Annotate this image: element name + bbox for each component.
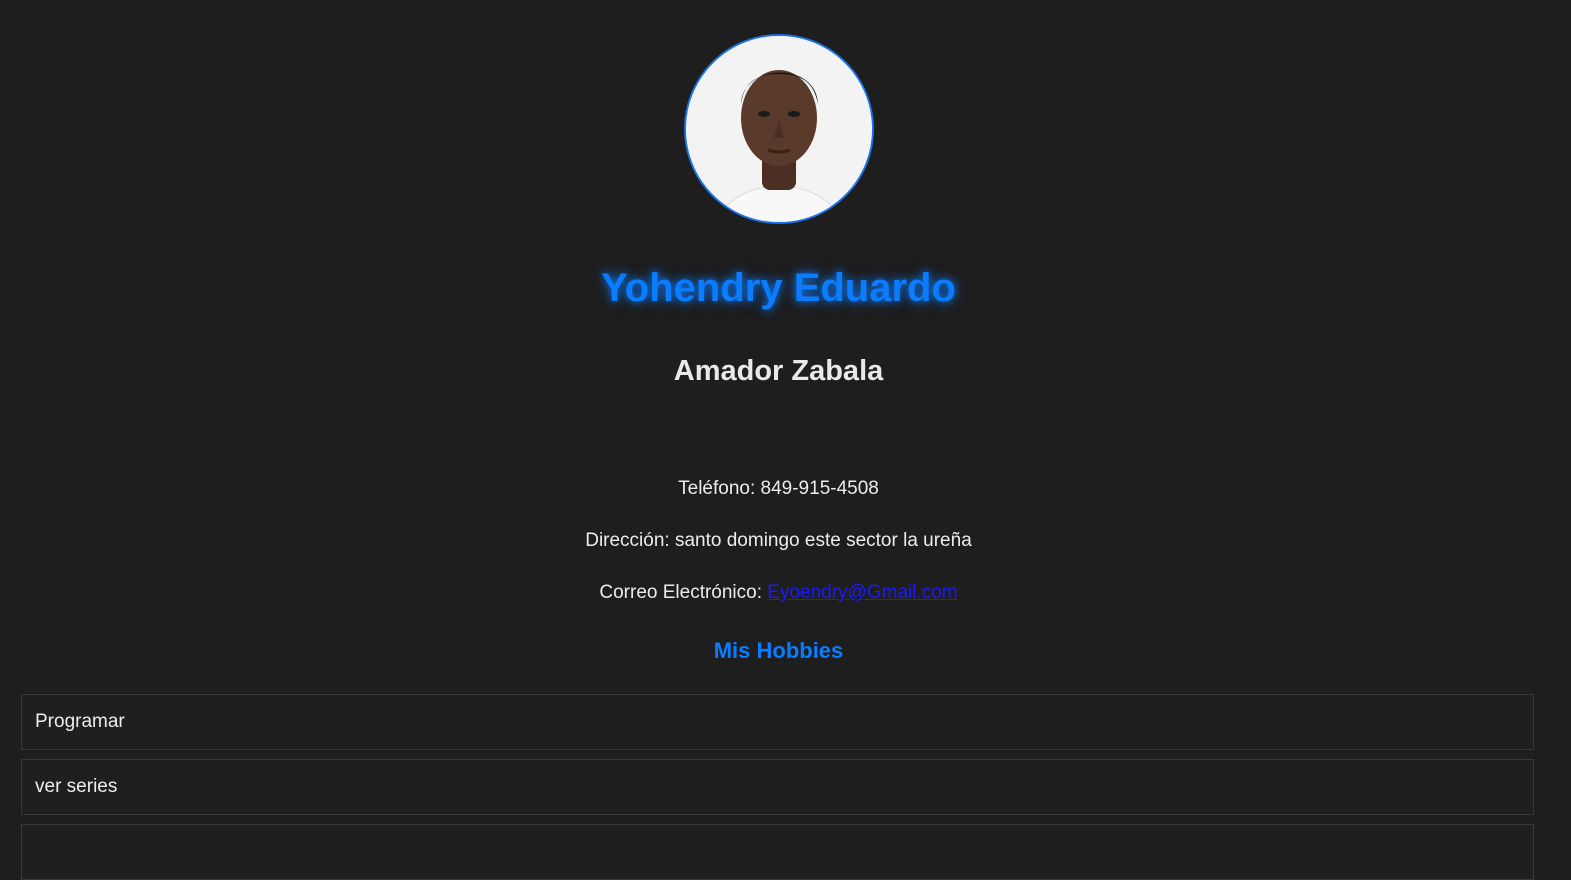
profile-photo <box>684 34 874 224</box>
phone-label: Teléfono: <box>678 478 761 499</box>
hobbies-title: Mis Hobbies <box>713 638 844 663</box>
hobby-item <box>21 824 1534 880</box>
profile-first-name: Yohendry Eduardo <box>601 266 956 310</box>
hobby-item: Programar <box>21 694 1534 750</box>
address-label: Dirección: <box>585 530 675 551</box>
profile-last-name: Amador Zabala <box>673 355 884 387</box>
phone-value: 849-915-4508 <box>760 478 879 499</box>
address-value: santo domingo este sector la ureña <box>674 530 972 551</box>
contact-email: Correo Electrónico: Eyoendry@Gmail.com <box>0 582 1557 604</box>
email-link[interactable]: Eyoendry@Gmail.com <box>767 582 957 603</box>
hobby-item: ver series <box>21 759 1534 815</box>
contact-phone: Teléfono: 849-915-4508 <box>0 478 1557 500</box>
contact-address: Dirección: santo domingo este sector la … <box>0 530 1557 552</box>
email-label: Correo Electrónico: <box>599 582 768 603</box>
